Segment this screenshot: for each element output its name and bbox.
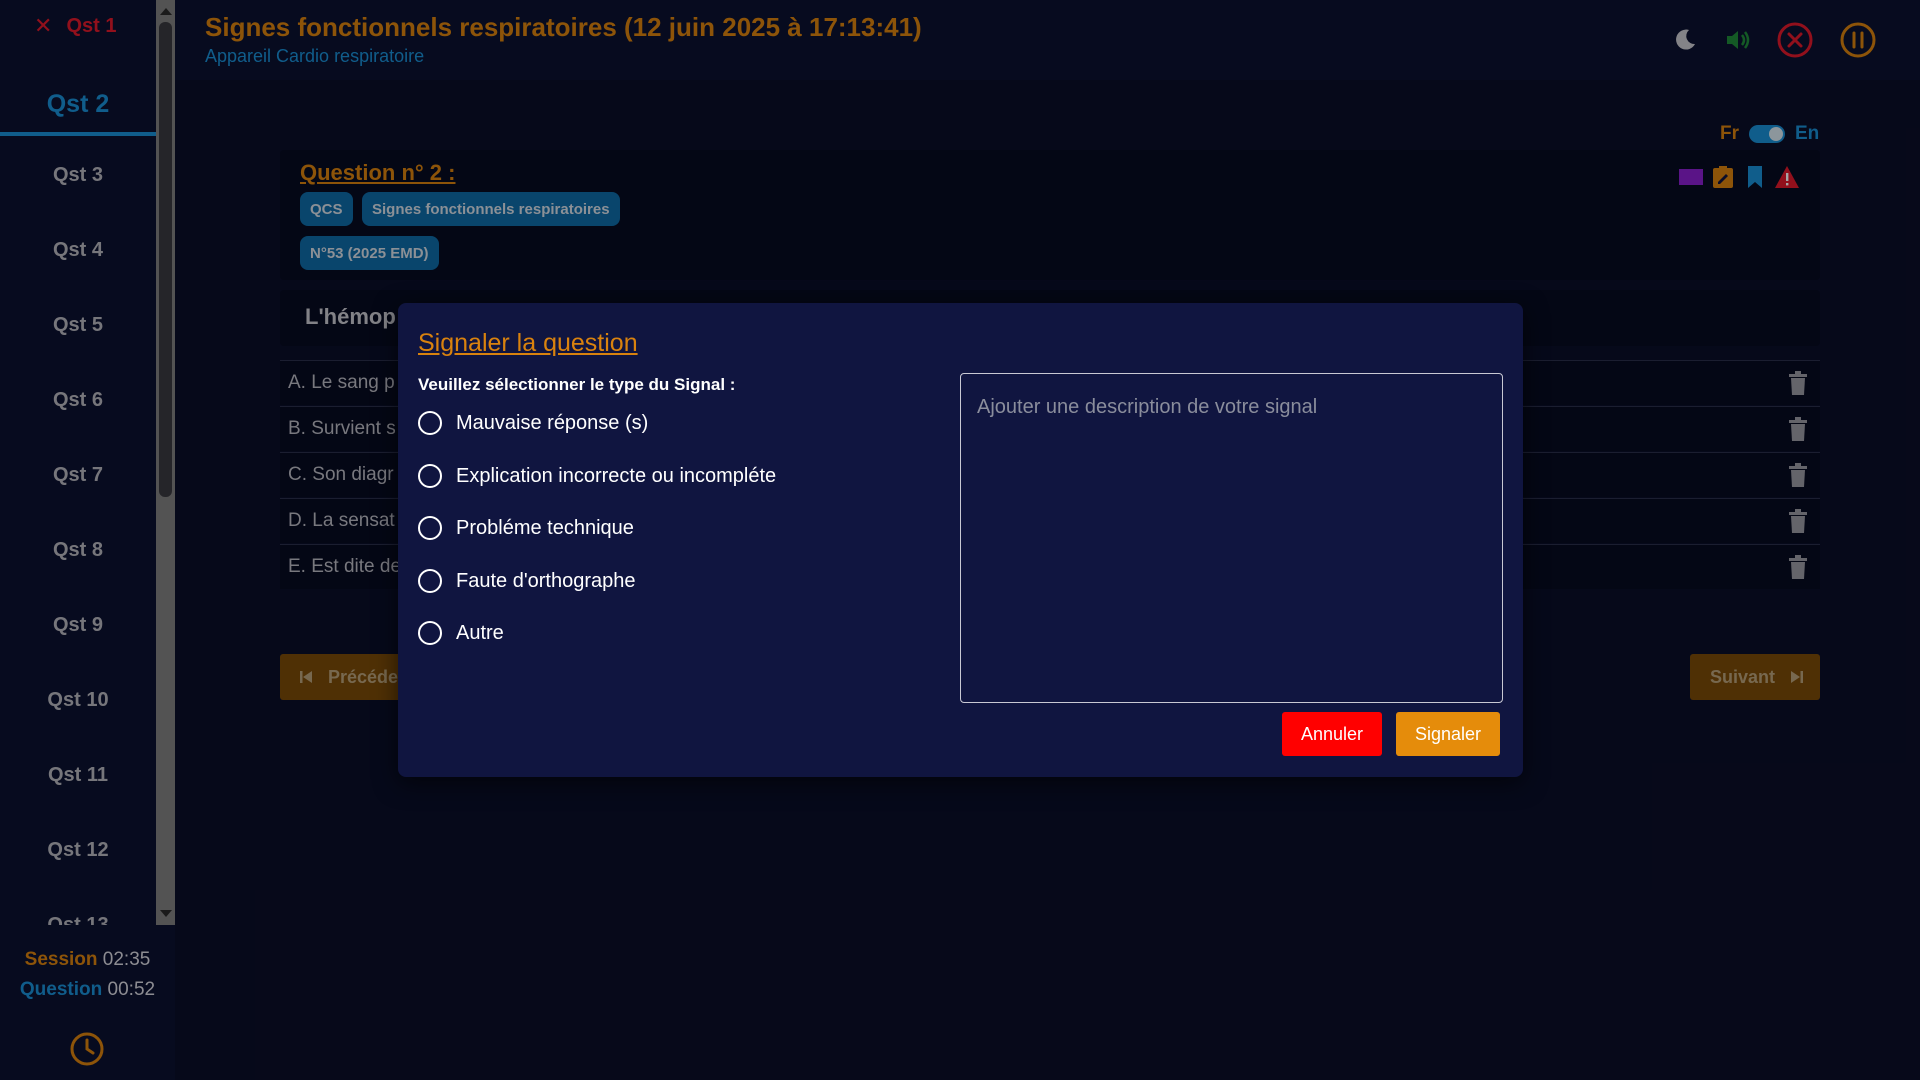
sidebar-item-label: Qst 2	[46, 89, 110, 118]
type-chip: QCS	[300, 192, 353, 226]
next-label: Suivant	[1710, 666, 1776, 687]
radio-incorrect-explanation[interactable]: Explication incorrecte ou incompléte	[418, 464, 776, 488]
radio-circle[interactable]	[418, 411, 442, 435]
radio-label: Probléme technique	[456, 516, 634, 539]
option-text: A. Le sang p	[288, 372, 395, 393]
radio-circle[interactable]	[418, 621, 442, 645]
sidebar-item-qst-8[interactable]: Qst 8	[0, 524, 156, 576]
radio-circle[interactable]	[418, 516, 442, 540]
bookmark-icon[interactable]	[1742, 164, 1768, 190]
radio-circle[interactable]	[418, 464, 442, 488]
page-title: Signes fonctionnels respiratoires (12 ju…	[205, 12, 922, 42]
question-stem-text: L'hémop	[305, 304, 396, 329]
radio-circle[interactable]	[418, 569, 442, 593]
sidebar-item-label: Qst 10	[47, 688, 109, 711]
page-subtitle: Appareil Cardio respiratoire	[205, 46, 425, 66]
radio-technical-problem[interactable]: Probléme technique	[418, 516, 634, 540]
sidebar-item-label: Qst 9	[52, 613, 104, 636]
sidebar-scrollbar[interactable]	[156, 0, 175, 925]
previous-label: Précéde	[328, 666, 399, 687]
skip-previous-icon	[300, 671, 312, 683]
trash-icon[interactable]	[1788, 555, 1808, 579]
dialog-prompt: Veuillez sélectionner le type du Signal …	[418, 375, 736, 394]
edit-note-icon[interactable]	[1710, 164, 1736, 190]
question-card: Question n° 2 : QCS Signes fonctionnels …	[280, 150, 1820, 280]
radio-label: Explication incorrecte ou incompléte	[456, 464, 777, 487]
volume-icon[interactable]	[1718, 20, 1758, 60]
sidebar-item-qst-12[interactable]: Qst 12	[0, 824, 156, 876]
top-header: Signes fonctionnels respiratoires (12 ju…	[175, 0, 1920, 80]
radio-label: Autre	[456, 621, 504, 644]
clock-icon[interactable]	[68, 1030, 106, 1068]
sidebar-item-label: Qst 3	[52, 163, 104, 186]
sidebar-item-label: Qst 7	[52, 463, 104, 486]
sidebar-item-qst-5[interactable]: Qst 5	[0, 299, 156, 351]
sidebar-item-label: Qst 4	[52, 238, 104, 261]
sidebar-item-qst-9[interactable]: Qst 9	[0, 599, 156, 651]
trash-icon[interactable]	[1788, 463, 1808, 487]
sidebar-item-qst-7[interactable]: Qst 7	[0, 449, 156, 501]
dialog-title: Signaler la question	[418, 329, 638, 357]
session-value: 02:35	[102, 949, 151, 970]
color-tag-icon[interactable]	[1678, 164, 1704, 190]
trash-icon[interactable]	[1788, 417, 1808, 441]
scroll-down-icon[interactable]	[160, 910, 172, 917]
scrollbar-thumb[interactable]	[159, 22, 172, 497]
option-text: B. Survient s	[288, 418, 396, 439]
sidebar-item-qst-2[interactable]: Qst 2	[0, 78, 156, 136]
question-list: ✕ Qst 1 Qst 2 Qst 3 Qst 4 Qst 5 Qst 6 Qs…	[0, 0, 156, 925]
sidebar-item-qst-3[interactable]: Qst 3	[0, 149, 156, 201]
warning-icon[interactable]	[1774, 164, 1800, 190]
sidebar-item-qst-13[interactable]: Qst 13	[0, 899, 156, 926]
radio-wrong-answer[interactable]: Mauvaise réponse (s)	[418, 411, 648, 435]
language-toggle[interactable]	[1749, 125, 1785, 143]
sidebar-item-label: Qst 6	[52, 388, 104, 411]
radio-label: Faute d'orthographe	[456, 569, 636, 592]
sidebar-item-label: Qst 12	[47, 838, 109, 861]
question-timer: Question 00:52	[0, 975, 175, 1005]
option-text: C. Son diagr	[288, 464, 394, 485]
question-number: Question n° 2 :	[300, 160, 456, 185]
trash-icon[interactable]	[1788, 509, 1808, 533]
topic-chip: Signes fonctionnels respiratoires	[362, 192, 620, 226]
question-value: 00:52	[107, 979, 156, 1000]
sidebar-item-qst-10[interactable]: Qst 10	[0, 674, 156, 726]
moon-icon[interactable]	[1665, 20, 1705, 60]
close-circle-icon[interactable]	[1775, 20, 1815, 60]
sidebar-item-label: Qst 8	[52, 538, 104, 561]
session-timer: Session 02:35	[0, 945, 175, 975]
sidebar-item-qst-6[interactable]: Qst 6	[0, 374, 156, 426]
sidebar-item-label: Qst 11	[47, 763, 109, 786]
lang-en-label[interactable]: En	[1795, 123, 1819, 145]
sidebar-item-qst-1[interactable]: ✕ Qst 1	[0, 0, 156, 52]
radio-spelling-mistake[interactable]: Faute d'orthographe	[418, 569, 636, 593]
question-sidebar: ✕ Qst 1 Qst 2 Qst 3 Qst 4 Qst 5 Qst 6 Qs…	[0, 0, 175, 1080]
source-chip: N°53 (2025 EMD)	[300, 236, 439, 270]
question-label: Question	[19, 979, 103, 1000]
report-question-dialog: Signaler la question Veuillez sélectionn…	[398, 303, 1523, 777]
option-text: E. Est dite de	[288, 556, 402, 577]
sidebar-item-label: Qst 5	[52, 313, 104, 336]
skip-next-icon	[1791, 671, 1804, 683]
sidebar-item-label: Qst 1	[66, 14, 117, 37]
question-tools	[1678, 164, 1800, 190]
radio-label: Mauvaise réponse (s)	[456, 411, 649, 434]
trash-icon[interactable]	[1788, 371, 1808, 395]
report-button[interactable]: Signaler	[1396, 712, 1501, 756]
sidebar-item-qst-4[interactable]: Qst 4	[0, 224, 156, 276]
pause-circle-icon[interactable]	[1838, 20, 1878, 60]
cancel-button[interactable]: Annuler	[1282, 712, 1383, 756]
signal-description-input[interactable]	[960, 373, 1503, 703]
radio-other[interactable]: Autre	[418, 621, 504, 645]
close-icon: ✕	[34, 13, 53, 38]
scroll-up-icon[interactable]	[160, 8, 172, 15]
option-text: D. La sensat	[288, 510, 395, 531]
session-label: Session	[24, 949, 98, 970]
next-button[interactable]: Suivant	[1690, 654, 1820, 700]
sidebar-item-label: Qst 13	[47, 913, 109, 926]
sidebar-item-qst-11[interactable]: Qst 11	[0, 749, 156, 801]
language-switch[interactable]: Fr En	[1720, 123, 1819, 145]
timers: Session 02:35 Question 00:52	[0, 945, 175, 1005]
lang-fr-label[interactable]: Fr	[1720, 123, 1739, 145]
